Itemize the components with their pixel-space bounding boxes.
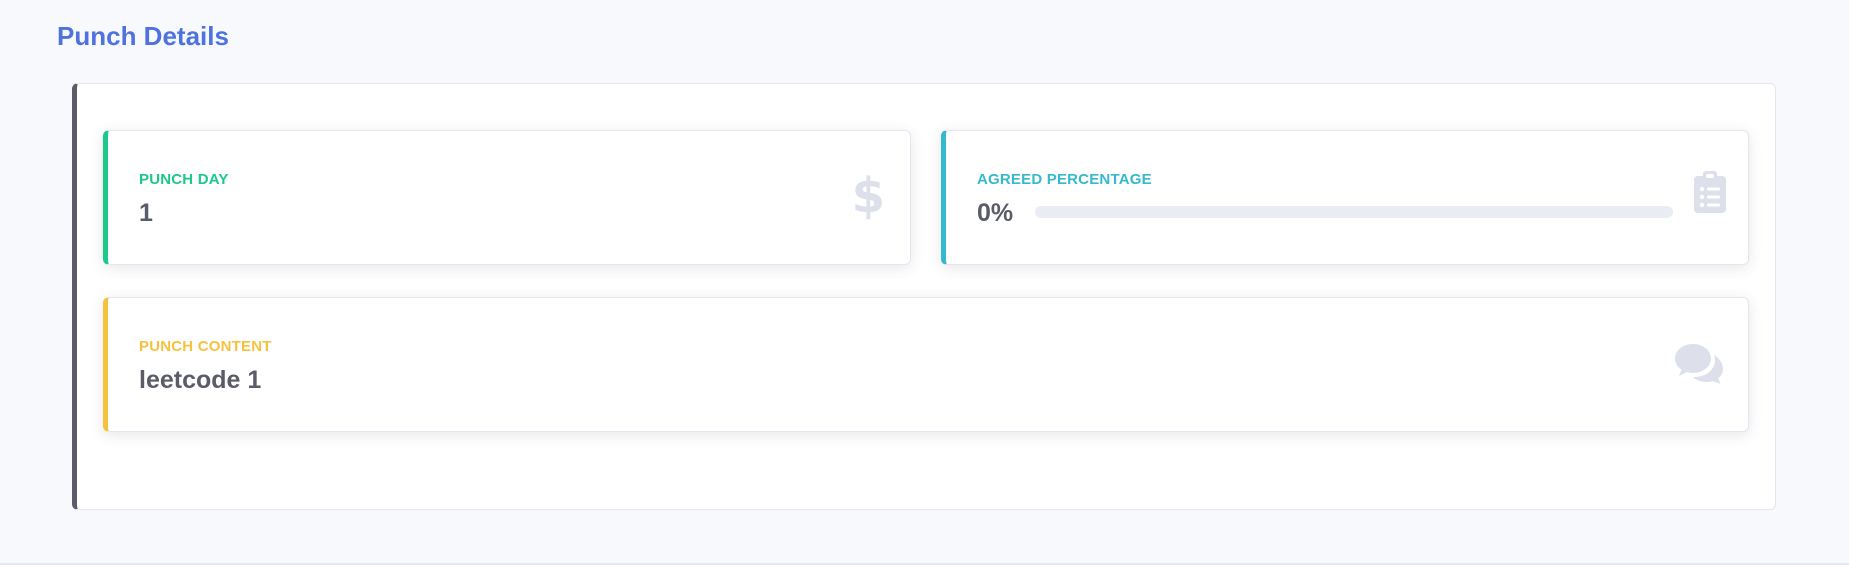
punch-day-label: PUNCH DAY [139,171,229,188]
punch-day-value: 1 [139,199,153,227]
agreed-percentage-card: AGREED PERCENTAGE 0% [941,130,1749,265]
clipboard-list-icon [1694,171,1726,218]
agreed-percentage-progress-bar [1035,206,1673,218]
punch-content-card: PUNCH CONTENT leetcode 1 [103,297,1749,432]
dollar-sign-icon: $ [851,168,885,224]
page-title: Punch Details [57,21,229,51]
agreed-percentage-value: 0% [977,199,1014,227]
punch-content-value: leetcode 1 [139,366,262,394]
agreed-percentage-label: AGREED PERCENTAGE [977,171,1152,188]
comments-icon [1674,342,1724,389]
punch-content-label: PUNCH CONTENT [139,338,272,355]
punch-day-card: PUNCH DAY 1 $ [103,130,911,265]
page-container: Punch Details PUNCH DAY 1 $ AGREED PERCE… [0,0,1849,565]
